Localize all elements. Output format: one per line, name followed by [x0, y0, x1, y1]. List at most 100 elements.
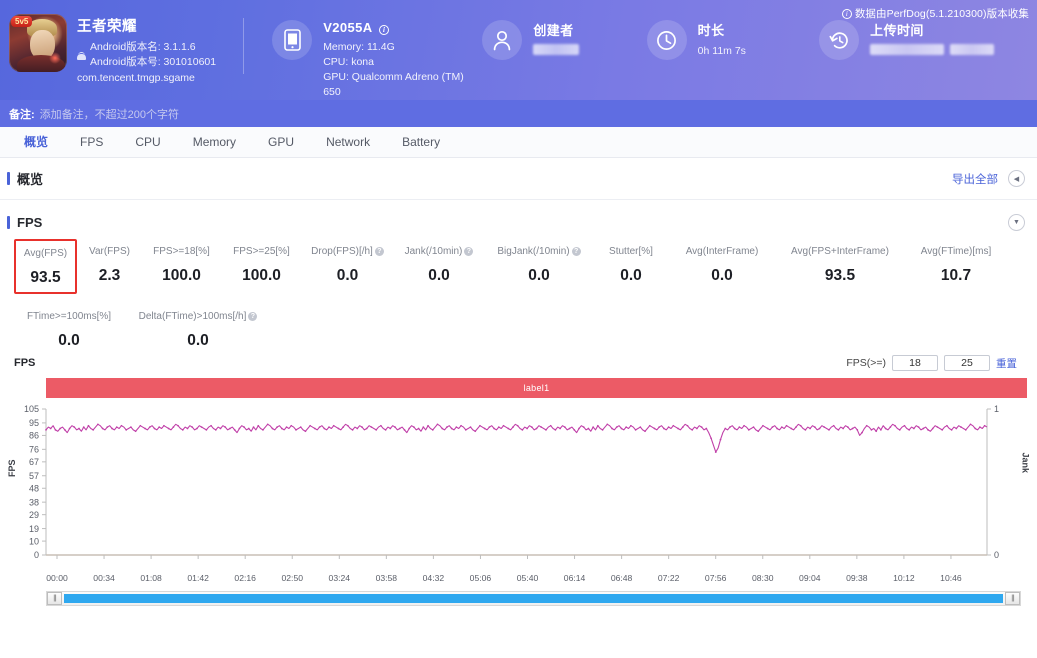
- svg-text:105: 105: [24, 404, 39, 414]
- svg-text:57: 57: [29, 471, 39, 481]
- y-axis-title: FPS: [7, 459, 17, 477]
- creator-value: [533, 44, 580, 60]
- metric-value: 93.5: [824, 267, 856, 284]
- export-all-button[interactable]: 导出全部: [952, 171, 998, 187]
- tab-gpu[interactable]: GPU: [252, 127, 310, 157]
- collapse-overview-button[interactable]: ◀: [1008, 170, 1025, 187]
- device-model: V2055A: [323, 20, 373, 35]
- upload-time-value: [870, 44, 995, 60]
- game-versions: Android版本名: 3.1.1.6 Android版本号: 30101060…: [90, 40, 216, 70]
- x-axis-tick: 06:14: [563, 573, 586, 583]
- android-version-code: Android版本号: 301010601: [90, 56, 217, 68]
- svg-text:1: 1: [994, 404, 999, 414]
- tab-memory[interactable]: Memory: [177, 127, 252, 157]
- metric-label: Delta(FTime)>100ms[/h]?: [124, 307, 272, 325]
- tab-cpu[interactable]: CPU: [119, 127, 176, 157]
- scroll-track[interactable]: [64, 594, 1003, 603]
- remark-bar[interactable]: 备注: 添加备注，不超过200个字符: [0, 100, 1037, 127]
- series-label-band[interactable]: label1: [46, 378, 1027, 398]
- fps-chart-block: FPS FPS(>=) 18 25 重置 label1 FPS Jank 0 10…: [0, 350, 1037, 606]
- user-icon: [482, 20, 523, 60]
- metrics-row-2: FTime>=100ms[%] 0.0 Delta(FTime)>100ms[/h]…: [0, 307, 1037, 350]
- tab-network[interactable]: Network: [310, 127, 386, 157]
- tab-fps[interactable]: FPS: [64, 127, 119, 157]
- metric-cell: Drop(FPS)[/h]? 0.0: [302, 242, 393, 294]
- help-icon[interactable]: ?: [571, 246, 581, 256]
- game-icon-badge: 5v5: [11, 16, 33, 27]
- fps-plot-area[interactable]: FPS Jank 0 10 19 29 38 48 57 67 76 86 95 105 0 1: [6, 403, 1031, 573]
- metric-value: 0.0: [428, 267, 450, 284]
- x-axis-tick: 09:04: [799, 573, 821, 583]
- x-axis-tick: 10:12: [893, 573, 915, 583]
- scroll-right-handle[interactable]: |||: [1005, 592, 1020, 605]
- fps-chart-label: FPS: [14, 357, 36, 369]
- metric-value: 0.0: [620, 267, 642, 284]
- fps-threshold-input-1[interactable]: 18: [892, 355, 938, 371]
- creator-value-masked: [533, 44, 580, 55]
- remark-input[interactable]: 添加备注，不超过200个字符: [40, 106, 179, 122]
- data-source-note: i 数据由PerfDog(5.1.210300)版本收集: [841, 6, 1029, 21]
- metric-cell: Stutter[%] 0.0: [593, 242, 669, 294]
- fps-threshold-input-2[interactable]: 25: [944, 355, 990, 371]
- fps-section-bar: FPS ▼: [0, 200, 1037, 236]
- x-axis-tick: 08:30: [751, 573, 774, 583]
- metric-label: BigJank(/10min)?: [485, 242, 593, 260]
- data-source-text: 数据由PerfDog(5.1.210300)版本收集: [854, 8, 1029, 20]
- android-icon: [77, 52, 86, 61]
- svg-text:48: 48: [29, 483, 39, 493]
- fps-metrics: Avg(FPS) 93.5 Var(FPS) 2.3 FPS>=18[%] 100.0 FP…: [0, 236, 1037, 350]
- metric-label: Avg(FPS+InterFrame): [791, 245, 889, 257]
- help-icon[interactable]: ?: [374, 246, 384, 256]
- svg-text:19: 19: [29, 524, 39, 534]
- metric-value: 10.7: [940, 267, 972, 284]
- fps-threshold-label: FPS(>=): [846, 357, 886, 369]
- x-axis-tick: 00:00: [46, 573, 68, 583]
- tab-overview[interactable]: 概览: [8, 127, 64, 157]
- fps-section-title: FPS: [7, 215, 42, 230]
- device-cpu: CPU: kona: [323, 56, 374, 68]
- x-axis-tick: 01:08: [140, 573, 162, 583]
- duration-label: 时长: [697, 23, 725, 38]
- metric-label: FPS>=18[%]: [153, 245, 210, 257]
- metric-value: 93.5: [30, 269, 61, 286]
- creator-text: 创建者: [533, 20, 580, 60]
- metric-cell: Jank(/10min)? 0.0: [393, 242, 485, 294]
- upload-time-label: 上传时间: [870, 23, 924, 38]
- help-icon[interactable]: ?: [464, 246, 474, 256]
- chart-horizontal-scrollbar[interactable]: ||| |||: [46, 591, 1021, 606]
- svg-text:29: 29: [29, 510, 39, 520]
- expand-fps-button[interactable]: ▼: [1008, 213, 1025, 231]
- main-tabs: 概览 FPS CPU Memory GPU Network Battery: [0, 127, 1037, 158]
- duration-text: 时长 0h 11m 7s: [698, 20, 746, 59]
- device-memory: Memory: 11.4G: [323, 41, 395, 53]
- tab-battery[interactable]: Battery: [386, 127, 456, 157]
- metric-label: FTime>=100ms[%]: [26, 310, 112, 322]
- metric-label: Avg(FPS): [23, 247, 68, 259]
- game-icon-spark: [49, 52, 61, 64]
- overview-section-bar: 概览 导出全部 ◀: [0, 158, 1037, 200]
- info-icon: i: [841, 8, 852, 19]
- metric-label: Drop(FPS)[/h]?: [302, 242, 393, 260]
- game-meta: 王者荣耀 Android版本名: 3.1.1.6 Android版本号: 301…: [77, 14, 216, 84]
- fps-reset-button[interactable]: 重置: [996, 356, 1017, 371]
- x-axis-tick: 06:48: [610, 573, 633, 583]
- metric-label: Var(FPS): [89, 245, 130, 257]
- app-header: i 数据由PerfDog(5.1.210300)版本收集 5v5 王者荣耀 An…: [0, 0, 1037, 100]
- x-axis-tick: 07:56: [704, 573, 727, 583]
- help-icon[interactable]: ?: [248, 311, 258, 321]
- metric-label: Jank(/10min)?: [393, 242, 485, 260]
- x-axis-tick: 00:34: [93, 573, 115, 583]
- scroll-left-handle[interactable]: |||: [47, 592, 62, 605]
- metrics-row-1: Avg(FPS) 93.5 Var(FPS) 2.3 FPS>=18[%] 100.0 FP…: [0, 239, 1037, 294]
- android-version-name: Android版本名: 3.1.1.6: [90, 41, 196, 53]
- metric-label: Avg(InterFrame): [685, 245, 759, 257]
- game-title: 王者荣耀: [77, 19, 137, 35]
- x-axis-tick: 09:38: [846, 573, 868, 583]
- device-info-icon[interactable]: i: [379, 25, 390, 35]
- x-axis-tick: 10:46: [940, 573, 962, 583]
- creator-label: 创建者: [533, 23, 574, 38]
- fps-chart-header: FPS FPS(>=) 18 25 重置: [6, 350, 1027, 376]
- metric-value: 2.3: [98, 267, 121, 284]
- metric-label: Stutter[%]: [609, 245, 653, 257]
- device-text: V2055A i Memory: 11.4G CPU: kona GPU: Qu…: [323, 20, 482, 100]
